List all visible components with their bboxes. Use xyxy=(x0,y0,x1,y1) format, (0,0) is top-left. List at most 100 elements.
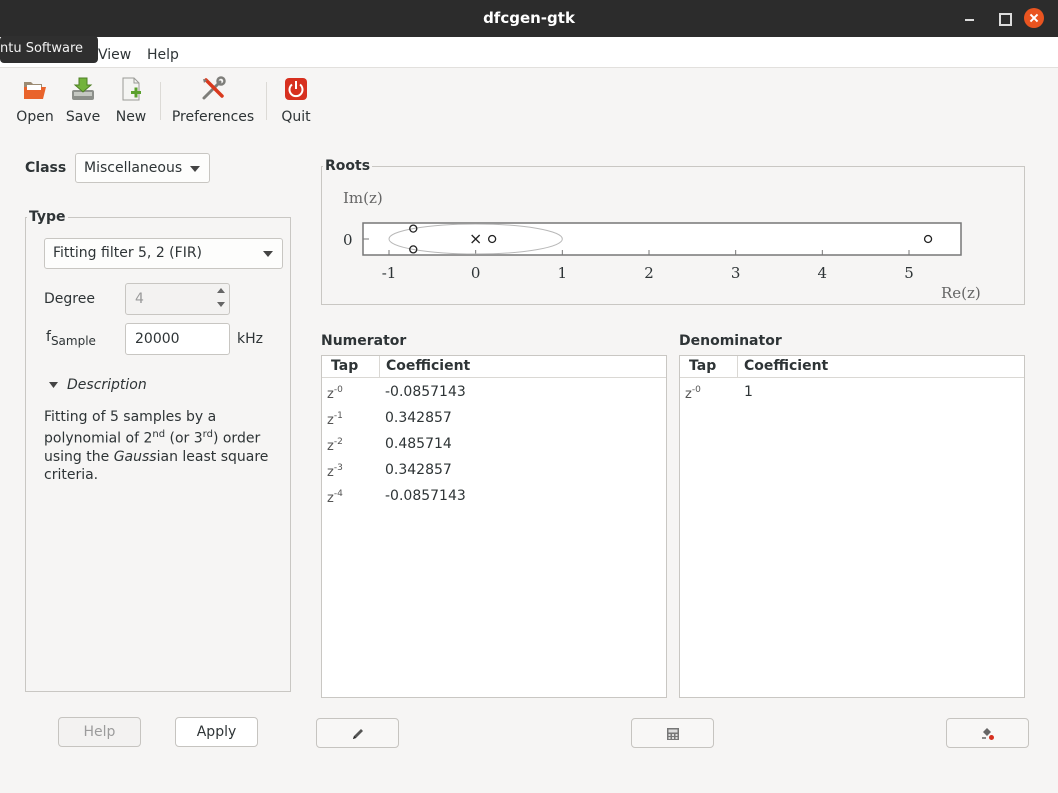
spin-down-icon[interactable] xyxy=(217,302,225,307)
description-text: Fitting of 5 samples by a polynomial of … xyxy=(44,408,279,484)
coefficient-cell: 0.342857 xyxy=(385,462,452,478)
preferences-button[interactable]: Preferences xyxy=(170,76,256,130)
filter-type-combo[interactable]: Fitting filter 5, 2 (FIR) xyxy=(44,238,283,269)
pencil-icon xyxy=(352,729,363,739)
new-document-icon xyxy=(118,76,144,102)
toolbar-separator xyxy=(266,82,267,120)
close-icon[interactable] xyxy=(1024,8,1044,28)
numerator-title: Numerator xyxy=(321,333,407,349)
tap-cell: z-3 xyxy=(327,463,343,480)
new-button[interactable]: New xyxy=(112,76,150,130)
class-combo[interactable]: Miscellaneous xyxy=(75,153,210,183)
tap-exp: -0 xyxy=(333,385,343,395)
description-sup: rd xyxy=(202,429,213,440)
x-axis-label: Re(z) xyxy=(941,284,981,302)
quit-icon xyxy=(283,76,309,102)
filter-type-value: Fitting filter 5, 2 (FIR) xyxy=(53,245,203,261)
tap-cell: z-0 xyxy=(327,385,343,402)
tap-exp: -0 xyxy=(691,385,701,395)
open-label: Open xyxy=(16,109,54,125)
help-button[interactable]: Help xyxy=(58,717,141,747)
tap-cell: z-1 xyxy=(327,411,343,428)
denominator-col-coefficient[interactable]: Coefficient xyxy=(744,358,828,374)
toolbar: Open Save New Preferences Quit xyxy=(0,68,1058,132)
calculator-icon xyxy=(666,728,679,740)
x-tick-label: 3 xyxy=(731,264,741,282)
coefficient-cell: -0.0857143 xyxy=(385,488,466,504)
denominator-title: Denominator xyxy=(679,333,782,349)
apply-button[interactable]: Apply xyxy=(175,717,258,747)
open-button[interactable]: Open xyxy=(14,76,56,130)
edit-numerator-button[interactable] xyxy=(316,718,399,748)
spin-up-icon[interactable] xyxy=(217,288,225,293)
y-tick-label: 0 xyxy=(343,231,353,249)
preferences-icon xyxy=(200,76,226,102)
x-tick-label: -1 xyxy=(382,264,397,282)
fsample-label-sub: Sample xyxy=(50,333,96,348)
tap-base: z xyxy=(327,387,334,402)
calculator-button[interactable] xyxy=(631,718,714,748)
table-row[interactable]: z-2 0.485714 xyxy=(322,431,666,457)
fsample-input[interactable]: 20000 xyxy=(125,323,230,355)
numerator-table[interactable]: Tap Coefficient z-0 -0.0857143 z-1 0.342… xyxy=(321,355,667,698)
degree-spin-buttons[interactable] xyxy=(212,284,230,314)
table-row[interactable]: z-1 0.342857 xyxy=(322,405,666,431)
tap-cell: z-2 xyxy=(327,437,343,454)
x-tick-label: 4 xyxy=(818,264,828,282)
roots-edit-button[interactable] xyxy=(946,718,1029,748)
tap-base: z xyxy=(685,387,692,402)
description-part: (or 3 xyxy=(165,430,203,447)
tooltip: ntu Software xyxy=(0,36,98,63)
table-row[interactable]: z-3 0.342857 xyxy=(322,457,666,483)
roots-edit-icon xyxy=(981,728,994,740)
tap-base: z xyxy=(327,491,334,506)
table-row[interactable]: z-4 -0.0857143 xyxy=(322,483,666,509)
tap-exp: -3 xyxy=(333,463,343,473)
preferences-label: Preferences xyxy=(171,109,255,125)
folder-open-icon xyxy=(22,76,48,102)
x-tick-label: 5 xyxy=(904,264,914,282)
degree-label: Degree xyxy=(44,291,95,307)
tap-base: z xyxy=(327,413,334,428)
roots-plot: Im(z) Re(z) 0 -1 0 1 2 3 4 5 xyxy=(343,189,981,302)
coefficient-cell: 0.485714 xyxy=(385,436,452,452)
type-frame-title: Type xyxy=(27,209,68,225)
coefficient-cell: 1 xyxy=(744,384,753,400)
toolbar-separator xyxy=(160,82,161,120)
quit-label: Quit xyxy=(281,109,311,125)
menu-help[interactable]: Help xyxy=(147,47,179,63)
table-row[interactable]: z-0 1 xyxy=(680,379,1024,405)
class-label: Class xyxy=(25,160,67,176)
tap-exp: -1 xyxy=(333,411,343,421)
fsample-value: 20000 xyxy=(135,331,180,347)
minimize-icon[interactable] xyxy=(962,10,980,28)
new-label: New xyxy=(115,109,147,125)
tap-cell: z-0 xyxy=(685,385,701,402)
table-row[interactable]: z-0 -0.0857143 xyxy=(322,379,666,405)
denominator-table-header: Tap Coefficient xyxy=(680,356,1024,378)
tap-base: z xyxy=(327,465,334,480)
tap-exp: -4 xyxy=(333,489,343,499)
tap-base: z xyxy=(327,439,334,454)
window-titlebar: dfcgen-gtk xyxy=(0,0,1058,37)
fsample-label: fSample xyxy=(46,329,96,348)
quit-button[interactable]: Quit xyxy=(278,76,314,130)
save-button[interactable]: Save xyxy=(64,76,102,130)
tap-exp: -2 xyxy=(333,437,343,447)
maximize-icon[interactable] xyxy=(995,10,1013,28)
column-separator xyxy=(737,356,738,378)
denominator-table[interactable]: Tap Coefficient z-0 1 xyxy=(679,355,1025,698)
menubar: View Help xyxy=(0,37,1058,68)
x-tick-label: 1 xyxy=(558,264,568,282)
degree-value: 4 xyxy=(135,291,144,307)
menu-view[interactable]: View xyxy=(98,47,131,63)
save-label: Save xyxy=(65,109,101,125)
denominator-col-tap[interactable]: Tap xyxy=(689,358,716,374)
numerator-col-tap[interactable]: Tap xyxy=(331,358,358,374)
description-italic: Gauss xyxy=(113,448,157,465)
coefficient-cell: -0.0857143 xyxy=(385,384,466,400)
window-title: dfcgen-gtk xyxy=(483,9,575,27)
chevron-down-icon xyxy=(190,166,200,172)
chevron-down-icon xyxy=(263,251,273,257)
numerator-col-coefficient[interactable]: Coefficient xyxy=(386,358,470,374)
